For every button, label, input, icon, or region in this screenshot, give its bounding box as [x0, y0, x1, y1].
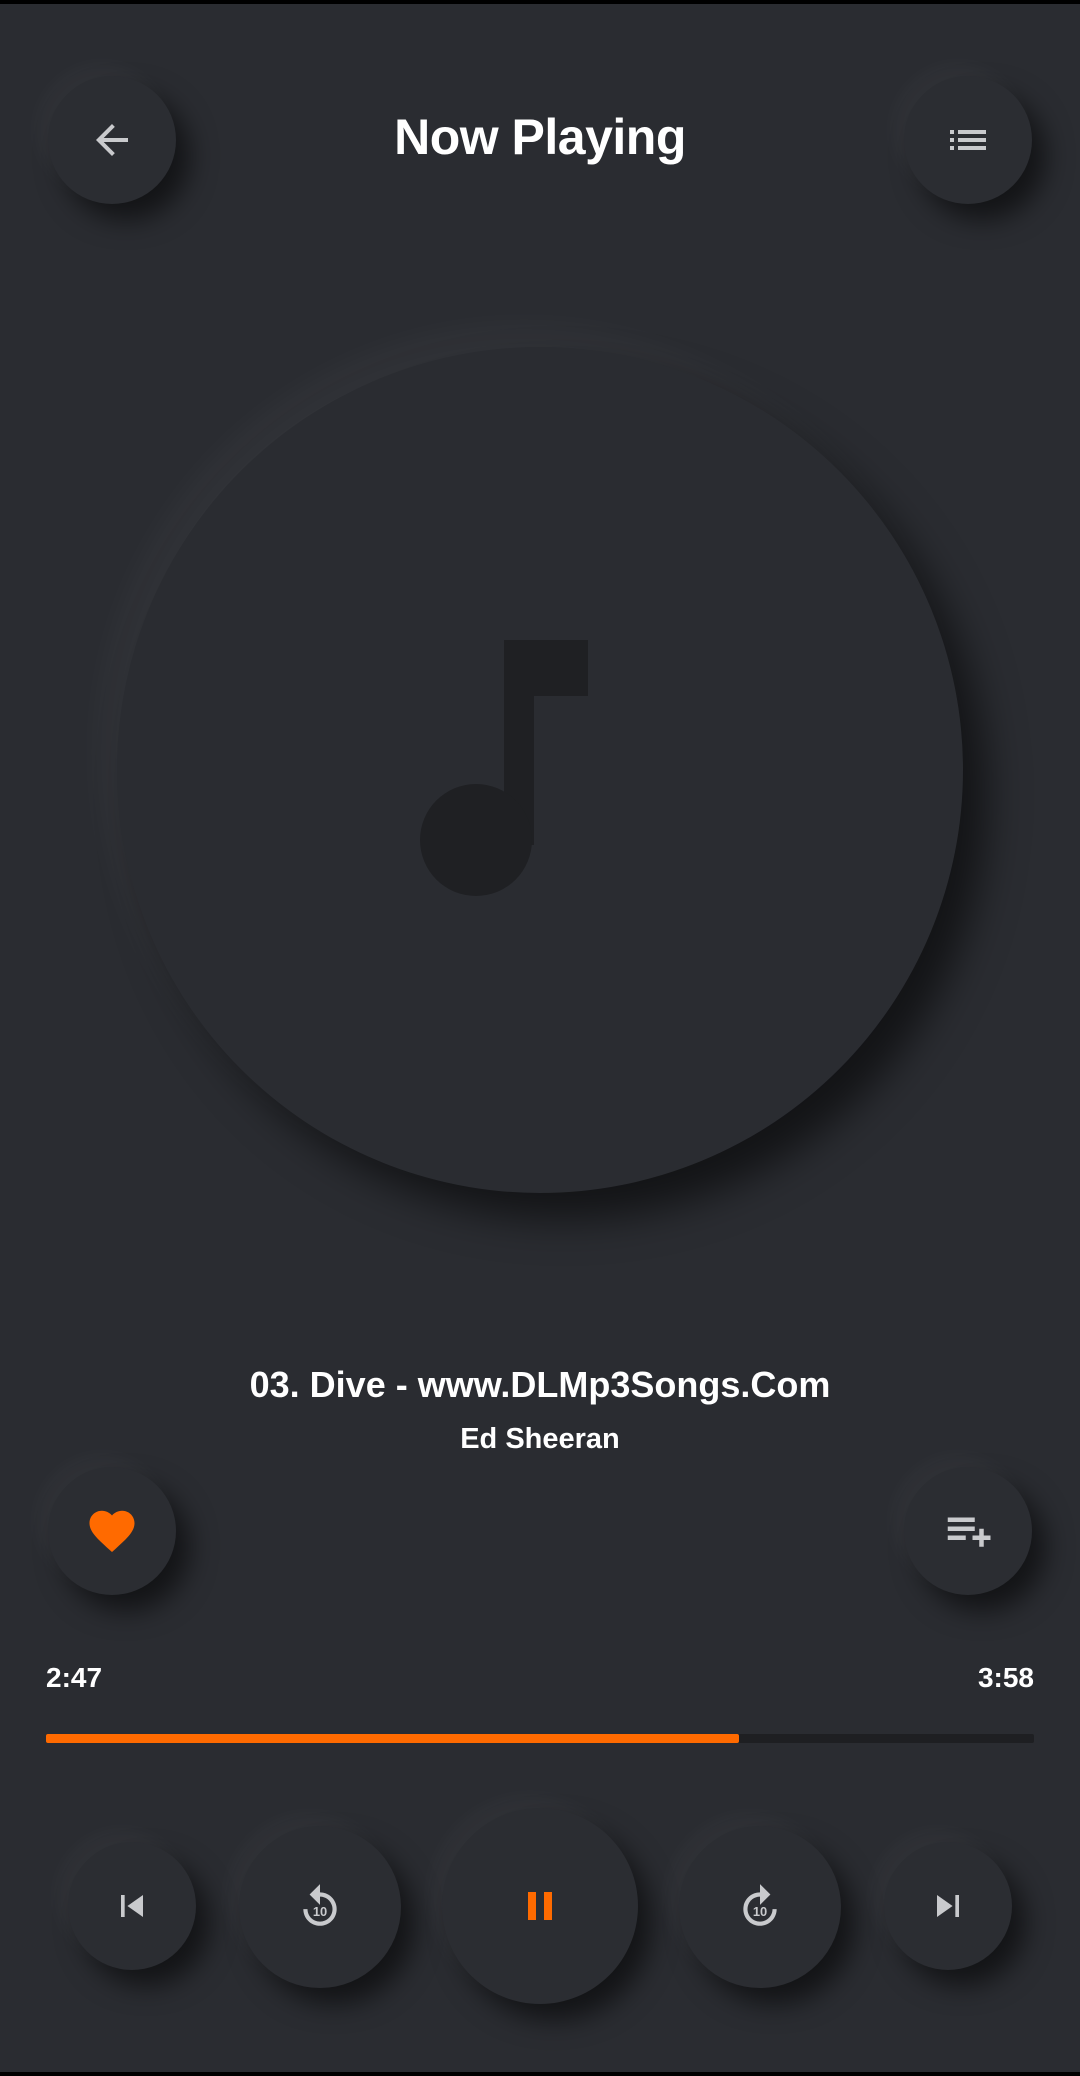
page-title: Now Playing [394, 109, 686, 165]
progress-bar[interactable] [46, 1734, 1034, 1743]
forward-10-label: 10 [753, 1904, 767, 1919]
pause-button[interactable] [442, 1808, 638, 2004]
heart-icon [85, 1504, 139, 1558]
previous-button[interactable] [68, 1842, 196, 1970]
next-button[interactable] [884, 1842, 1012, 1970]
rewind-10-label: 10 [313, 1904, 327, 1919]
music-note-icon [420, 640, 660, 900]
skip-next-icon [926, 1884, 970, 1928]
arrow-left-icon [88, 116, 136, 164]
album-art [117, 347, 963, 1193]
pause-icon [516, 1882, 564, 1930]
song-title: 03. Dive - www.DLMp3Songs.Com [249, 1364, 831, 1405]
playlist-add-icon [941, 1504, 995, 1558]
list-icon [944, 116, 992, 164]
progress-fill [46, 1734, 739, 1743]
now-playing-screen: Now Playing 03. Dive - www.DLMp3Songs.Co… [0, 4, 1080, 2072]
current-time: 2:47 [46, 1662, 103, 1693]
forward-10-button[interactable]: 10 [679, 1826, 841, 1988]
forward-10-icon: 10 [735, 1882, 785, 1932]
add-to-playlist-button[interactable] [904, 1467, 1032, 1595]
skip-previous-icon [110, 1884, 154, 1928]
total-time: 3:58 [977, 1662, 1034, 1693]
rewind-10-button[interactable]: 10 [239, 1826, 401, 1988]
back-button[interactable] [48, 76, 176, 204]
favorite-button[interactable] [48, 1467, 176, 1595]
queue-button[interactable] [904, 76, 1032, 204]
replay-10-icon: 10 [295, 1882, 345, 1932]
artist-name: Ed Sheeran [460, 1423, 620, 1455]
